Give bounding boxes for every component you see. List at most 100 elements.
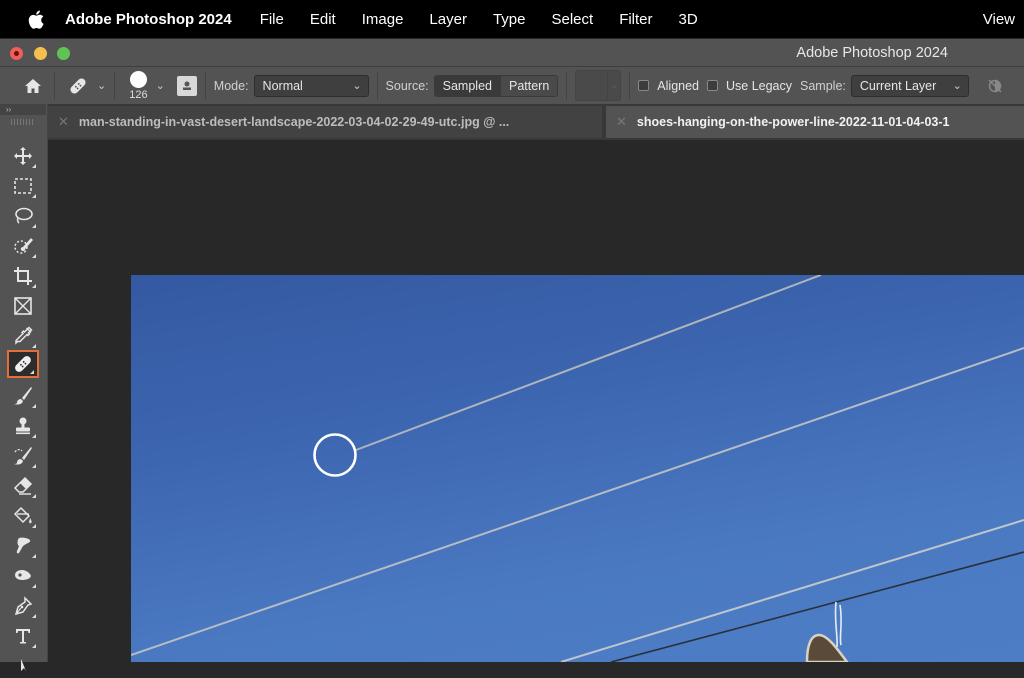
menu-layer[interactable]: Layer [429, 11, 467, 28]
clone-source-icon [182, 81, 191, 90]
lasso-icon [15, 207, 33, 224]
crop-icon [14, 267, 32, 285]
chevron-down-icon: ⌄ [607, 71, 620, 100]
source-toggle: Sampled Pattern [433, 74, 559, 97]
rectangular-marquee-tool[interactable] [7, 172, 39, 200]
menu-image[interactable]: Image [362, 11, 404, 28]
sample-value: Current Layer [859, 78, 937, 93]
source-label: Source: [385, 78, 429, 93]
maximize-window-button[interactable] [57, 47, 70, 60]
tab-label: man-standing-in-vast-desert-landscape-20… [78, 115, 510, 129]
pen-icon [14, 596, 33, 616]
tools-panel: ›› [0, 104, 48, 671]
crop-tool[interactable] [7, 262, 39, 290]
macos-menubar: Adobe Photoshop 2024 File Edit Image Lay… [0, 0, 1024, 38]
mode-select[interactable]: Normal ⌄ [253, 74, 369, 97]
use-legacy-label: Use Legacy [726, 78, 793, 93]
eyedropper-tool[interactable] [7, 322, 39, 350]
sample-select[interactable]: Current Layer ⌄ [850, 74, 969, 97]
document-tabs: ✕ man-standing-in-vast-desert-landscape-… [48, 104, 1024, 140]
tab-shoes-power-line[interactable]: ✕ shoes-hanging-on-the-power-line-2022-1… [606, 106, 1024, 138]
paint-bucket-tool[interactable] [7, 502, 39, 530]
chevron-down-icon[interactable]: ⌄ [156, 79, 165, 92]
menu-edit[interactable]: Edit [310, 11, 336, 28]
move-icon [14, 147, 32, 165]
divider [376, 71, 378, 100]
chevron-down-icon: ⌄ [952, 80, 962, 92]
brush-tip-icon [129, 70, 147, 88]
bandage-icon [70, 77, 86, 94]
image-canvas[interactable] [131, 275, 1024, 662]
menu-view[interactable]: View [983, 11, 1015, 28]
collapse-panel-button[interactable]: ›› [0, 104, 46, 115]
divider [566, 71, 568, 100]
shoelace [834, 601, 842, 648]
smudge-icon [16, 537, 31, 554]
pen-tool[interactable] [7, 592, 39, 620]
close-window-button[interactable] [10, 47, 23, 60]
tab-man-standing-desert[interactable]: ✕ man-standing-in-vast-desert-landscape-… [48, 106, 602, 138]
history-brush-icon [14, 447, 32, 465]
paint-bucket-icon [13, 506, 32, 524]
lasso-tool[interactable] [7, 202, 39, 230]
clone-stamp-tool[interactable] [7, 412, 39, 440]
photo-content [131, 275, 1024, 662]
sample-label: Sample: [800, 78, 846, 93]
apple-icon[interactable] [25, 8, 47, 30]
menu-select[interactable]: Select [551, 11, 593, 28]
window-titlebar: Adobe Photoshop 2024 [0, 38, 1024, 66]
move-tool[interactable] [7, 142, 39, 170]
dodge-icon [15, 570, 31, 580]
pattern-picker[interactable]: ⌄ [575, 70, 622, 101]
pattern-swatch [576, 71, 607, 100]
quick-selection-tool[interactable] [7, 232, 39, 260]
home-icon [25, 78, 41, 93]
brush-tool[interactable] [7, 382, 39, 410]
app-name-menu[interactable]: Adobe Photoshop 2024 [65, 11, 232, 28]
eyedropper-icon [15, 326, 33, 345]
close-tab-icon[interactable]: ✕ [58, 114, 69, 130]
aligned-checkbox[interactable] [638, 80, 650, 91]
history-brush-tool[interactable] [7, 442, 39, 470]
brush-icon [14, 387, 32, 405]
eraser-icon [13, 476, 33, 495]
stamp-icon [16, 417, 30, 435]
dodge-tool[interactable] [7, 562, 39, 590]
source-sampled-button[interactable]: Sampled [434, 75, 500, 96]
eraser-tool[interactable] [7, 472, 39, 500]
aligned-label: Aligned [657, 78, 699, 93]
type-tool[interactable] [7, 622, 39, 650]
source-pattern-button[interactable]: Pattern [499, 75, 558, 96]
menu-filter[interactable]: Filter [619, 11, 652, 28]
close-tab-icon[interactable]: ✕ [616, 114, 627, 130]
power-line [131, 347, 1024, 656]
frame-tool[interactable] [7, 292, 39, 320]
use-legacy-checkbox[interactable] [707, 80, 718, 91]
tool-preset-picker[interactable]: ⌄ [67, 75, 106, 97]
power-line [560, 519, 1024, 662]
tab-label: shoes-hanging-on-the-power-line-2022-11-… [636, 115, 950, 129]
minimize-window-button[interactable] [34, 47, 47, 60]
menu-file[interactable]: File [260, 11, 284, 28]
power-line [355, 275, 822, 451]
brush-preset-picker[interactable]: 126 [129, 70, 148, 101]
marquee-icon [14, 178, 32, 194]
ignore-adjustment-layers-button[interactable] [985, 76, 1005, 96]
arrow-icon [21, 659, 26, 671]
home-button[interactable] [20, 74, 46, 98]
clone-source-panel-button[interactable] [176, 75, 197, 96]
frame-icon [14, 297, 32, 315]
menu-3d[interactable]: 3D [679, 11, 698, 28]
quick-selection-icon [14, 238, 33, 254]
panel-grip-handle[interactable] [11, 119, 35, 125]
type-icon [16, 629, 30, 644]
mode-label: Mode: [213, 78, 249, 93]
options-bar: ⌄ 126 ⌄ Mode: Normal ⌄ Source: Sampled P… [0, 66, 1024, 104]
healing-brush-tool[interactable] [7, 350, 39, 378]
menu-type[interactable]: Type [493, 11, 526, 28]
brush-size-value: 126 [129, 88, 148, 101]
path-selection-tool[interactable] [7, 650, 39, 678]
chevron-down-icon: ⌄ [97, 80, 107, 92]
smudge-tool[interactable] [7, 532, 39, 560]
divider [114, 71, 116, 100]
